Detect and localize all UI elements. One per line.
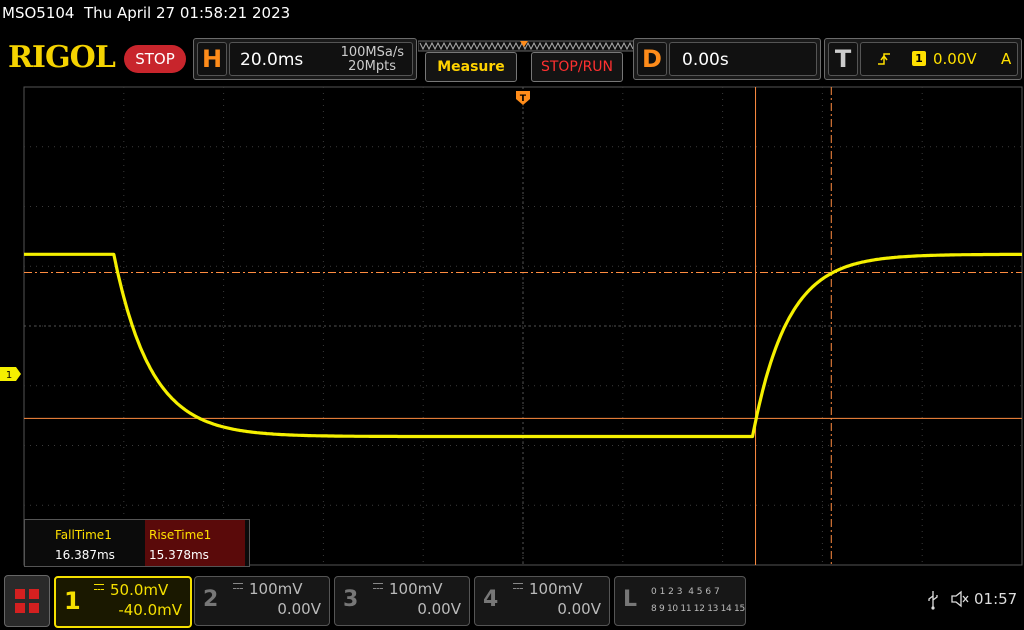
channel2-number: 2 xyxy=(203,587,219,612)
menu-button[interactable] xyxy=(4,575,50,627)
trigger-mode: A xyxy=(1001,50,1012,68)
usb-icon xyxy=(928,591,938,610)
channel1-marker: 1 xyxy=(0,367,21,381)
channel1-number: 1 xyxy=(64,587,81,615)
measure-button[interactable]: Measure xyxy=(425,52,517,82)
svg-text:1: 1 xyxy=(6,370,12,381)
dc-coupling-icon xyxy=(513,583,523,589)
delay-value: 0.00s xyxy=(682,50,729,70)
measurement-name: FallTime1 xyxy=(55,528,112,542)
measurement-value: 16.387ms xyxy=(55,548,115,562)
channel3-scale: 100mV xyxy=(389,580,443,598)
logic-letter: L xyxy=(623,587,638,612)
grid-menu-icon xyxy=(15,589,39,613)
trigger-source-badge: 1 xyxy=(912,51,926,66)
channel3-offset: 0.00V xyxy=(417,600,461,618)
sample-rate: 100MSa/s xyxy=(340,45,404,60)
title-line: MSO5104 Thu April 27 01:58:21 2023 xyxy=(2,4,290,22)
dc-coupling-icon xyxy=(373,583,383,589)
channel4-number: 4 xyxy=(483,587,499,612)
trigger-values: 1 0.00V A xyxy=(860,42,1018,76)
channel1-panel[interactable]: 1 50.0mV -40.0mV xyxy=(54,576,192,628)
channel2-offset: 0.00V xyxy=(277,600,321,618)
trigger-letter: T xyxy=(828,42,858,76)
datetime: Thu April 27 01:58:21 2023 xyxy=(84,4,291,22)
run-state-badge[interactable]: STOP xyxy=(124,45,186,73)
rigol-logo: RIGOL xyxy=(8,40,116,75)
delay-panel[interactable]: D 0.00s xyxy=(633,38,821,80)
trigger-panel[interactable]: T 1 0.00V A xyxy=(824,38,1022,80)
logic-panel[interactable]: L 0 1 2 3 4 5 6 7 8 9 10 11 12 13 14 15 xyxy=(614,576,746,626)
waveform-display[interactable]: T 1 xyxy=(0,85,1024,570)
horizontal-letter: H xyxy=(197,42,227,76)
model-name: MSO5104 xyxy=(2,4,75,22)
memory-overview[interactable] xyxy=(417,37,635,52)
memory-overview-graphic xyxy=(417,40,635,52)
measurement-table[interactable]: FallTime1 16.387ms RiseTime1 15.378ms xyxy=(24,519,250,567)
logic-channels-low: 0 1 2 3 4 5 6 7 xyxy=(651,587,720,597)
speaker-muted-icon[interactable] xyxy=(950,589,970,609)
horizontal-panel[interactable]: H 20.0ms 100MSa/s 20Mpts xyxy=(193,38,417,80)
channel3-number: 3 xyxy=(343,587,359,612)
dc-coupling-icon xyxy=(233,583,243,589)
channel2-scale: 100mV xyxy=(249,580,303,598)
channel4-offset: 0.00V xyxy=(557,600,601,618)
measurement-value: 15.378ms xyxy=(149,548,209,562)
delay-letter: D xyxy=(637,42,667,76)
memory-depth: 20Mpts xyxy=(348,59,396,74)
rising-edge-icon xyxy=(878,53,890,65)
channel4-panel[interactable]: 4 100mV 0.00V xyxy=(474,576,610,626)
channel1-scale: 50.0mV xyxy=(110,581,169,599)
stop-run-button[interactable]: STOP/RUN xyxy=(531,52,623,82)
channel1-offset: -40.0mV xyxy=(118,601,182,619)
graticule-grid xyxy=(23,86,1023,566)
channel3-panel[interactable]: 3 100mV 0.00V xyxy=(334,576,470,626)
measurement-fall[interactable]: FallTime1 16.387ms xyxy=(25,520,145,566)
measurement-name: RiseTime1 xyxy=(149,528,212,542)
channel4-scale: 100mV xyxy=(529,580,583,598)
channel2-panel[interactable]: 2 100mV 0.00V xyxy=(194,576,330,626)
delay-values: 0.00s xyxy=(669,42,817,76)
trigger-time-marker: T xyxy=(516,91,530,105)
measurement-rise[interactable]: RiseTime1 15.378ms xyxy=(145,520,245,566)
clock: 01:57 xyxy=(974,590,1018,608)
dc-coupling-icon xyxy=(94,584,104,590)
timebase: 20.0ms xyxy=(240,50,304,70)
logic-channels-high: 8 9 10 11 12 13 14 15 xyxy=(651,604,745,614)
horizontal-values: 20.0ms 100MSa/s 20Mpts xyxy=(229,42,413,76)
svg-text:T: T xyxy=(520,94,527,104)
trigger-level: 0.00V xyxy=(933,50,977,68)
